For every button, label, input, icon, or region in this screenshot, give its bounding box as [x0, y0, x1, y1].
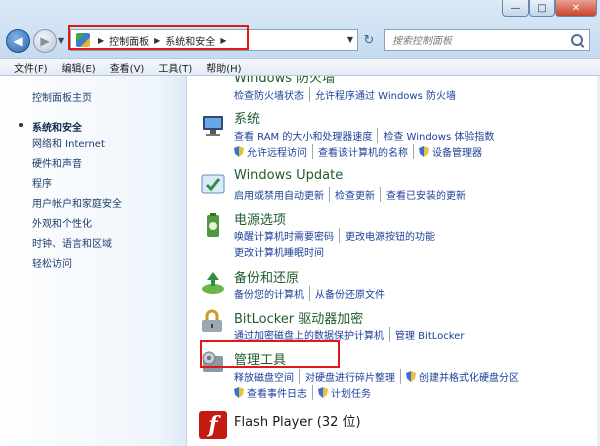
nav-item-appearance[interactable]: 外观和个性化 — [32, 218, 122, 238]
link-sleep-time[interactable]: 更改计算机睡眠时间 — [234, 244, 324, 259]
address-dropdown-icon[interactable]: ▼ — [347, 35, 353, 44]
link-wake-password[interactable]: 唤醒计算机时需要密码 — [234, 228, 334, 243]
menu-view[interactable]: 查看(V) — [110, 60, 145, 75]
link-auto-update[interactable]: 启用或禁用自动更新 — [234, 187, 324, 202]
section-title-system[interactable]: 系统 — [234, 108, 260, 127]
recent-pages-dropdown[interactable]: ▼ — [58, 36, 64, 45]
link-check-firewall[interactable]: 检查防火墙状态 — [234, 87, 304, 102]
link-view-ram[interactable]: 查看 RAM 的大小和处理器速度 — [234, 128, 372, 143]
breadcrumb-control-panel[interactable]: 控制面板 — [109, 33, 149, 48]
back-button[interactable]: ◀ — [6, 29, 30, 53]
category-list: 网络和 Internet 硬件和声音 程序 用户帐户和家庭安全 外观和个性化 时… — [32, 138, 122, 278]
power-icon — [199, 212, 227, 240]
menu-bar: 文件(F) 编辑(E) 查看(V) 工具(T) 帮助(H) — [0, 58, 600, 76]
menu-help[interactable]: 帮助(H) — [206, 60, 241, 75]
link-backup-computer[interactable]: 备份您的计算机 — [234, 286, 304, 301]
nav-item-network[interactable]: 网络和 Internet — [32, 138, 122, 158]
current-category: 系统和安全 — [32, 123, 82, 134]
breadcrumb-arrow-icon[interactable]: ▶ — [154, 36, 160, 45]
nav-item-user-accounts[interactable]: 用户帐户和家庭安全 — [32, 198, 122, 218]
link-experience-index[interactable]: 检查 Windows 体验指数 — [377, 128, 494, 143]
update-icon — [199, 170, 227, 198]
flash-icon: f — [199, 411, 227, 439]
shield-icon — [234, 387, 244, 398]
current-item-bullet — [19, 123, 23, 127]
menu-edit[interactable]: 编辑(E) — [62, 60, 96, 75]
system-icon — [199, 112, 227, 140]
nav-item-hardware-sound[interactable]: 硬件和声音 — [32, 158, 122, 178]
link-check-updates[interactable]: 检查更新 — [329, 187, 375, 202]
section-title-flash[interactable]: Flash Player (32 位) — [234, 411, 361, 430]
link-power-button[interactable]: 更改电源按钮的功能 — [339, 228, 435, 243]
shield-icon — [419, 146, 429, 157]
title-bar: — □ ✕ ◀ ▶ ▼ ▶ 控制面板 ▶ 系统和安全 ▶ ▼ ↻ — [0, 0, 600, 58]
menu-tools[interactable]: 工具(T) — [158, 60, 192, 75]
link-task-scheduler[interactable]: 计划任务 — [331, 385, 371, 400]
link-computer-name[interactable]: 查看该计算机的名称 — [312, 144, 408, 159]
breadcrumb-arrow-icon[interactable]: ▶ — [220, 36, 226, 45]
refresh-button[interactable]: ↻ — [359, 29, 379, 51]
left-nav-pane: 控制面板主页 系统和安全 网络和 Internet 硬件和声音 程序 用户帐户和… — [0, 76, 187, 446]
backup-icon — [199, 269, 227, 297]
section-title-bitlocker[interactable]: BitLocker 驱动器加密 — [234, 308, 363, 327]
nav-item-clock-language[interactable]: 时钟、语言和区域 — [32, 238, 122, 258]
control-panel-home-link[interactable]: 控制面板主页 — [32, 89, 92, 104]
shield-icon — [406, 371, 416, 382]
search-icon[interactable] — [571, 34, 583, 46]
maximize-button[interactable]: □ — [529, 0, 555, 17]
admin-tools-highlight-box — [200, 340, 340, 368]
back-arrow-icon: ◀ — [13, 34, 23, 48]
link-installed-updates[interactable]: 查看已安装的更新 — [380, 187, 466, 202]
search-box[interactable] — [384, 29, 590, 51]
link-create-partition[interactable]: 创建并格式化硬盘分区 — [419, 369, 519, 384]
section-title-backup[interactable]: 备份和还原 — [234, 267, 299, 286]
address-bar[interactable]: ▶ 控制面板 ▶ 系统和安全 ▶ ▼ — [70, 29, 358, 51]
link-restore-files[interactable]: 从备份还原文件 — [309, 286, 385, 301]
forward-arrow-icon: ▶ — [40, 34, 50, 48]
breadcrumb-arrow-icon[interactable]: ▶ — [98, 36, 104, 45]
shield-icon — [234, 146, 244, 157]
breadcrumb-system-security[interactable]: 系统和安全 — [165, 33, 215, 48]
link-defragment[interactable]: 对硬盘进行碎片整理 — [299, 369, 395, 384]
section-title-update[interactable]: Windows Update — [234, 168, 343, 183]
link-free-disk-space[interactable]: 释放磁盘空间 — [234, 369, 294, 384]
forward-button[interactable]: ▶ — [33, 29, 57, 53]
refresh-icon: ↻ — [363, 32, 375, 48]
link-device-manager[interactable]: 设备管理器 — [432, 144, 482, 159]
bitlocker-icon — [199, 308, 227, 336]
link-remote-access[interactable]: 允许远程访问 — [247, 144, 307, 159]
nav-item-ease-of-access[interactable]: 轻松访问 — [32, 258, 122, 278]
content-pane: Windows 防火墙 检查防火墙状态 允许程序通过 Windows 防火墙 系… — [187, 76, 600, 446]
close-button[interactable]: ✕ — [555, 0, 597, 17]
link-allow-program-firewall[interactable]: 允许程序通过 Windows 防火墙 — [309, 87, 456, 102]
section-title-firewall[interactable]: Windows 防火墙 — [234, 76, 335, 86]
minimize-button[interactable]: — — [502, 0, 529, 17]
link-manage-bitlocker[interactable]: 管理 BitLocker — [389, 327, 464, 342]
nav-item-programs[interactable]: 程序 — [32, 178, 122, 198]
search-input[interactable] — [390, 31, 564, 51]
control-panel-icon — [76, 33, 90, 47]
chevron-down-icon: ▼ — [58, 36, 65, 45]
section-title-power[interactable]: 电源选项 — [234, 209, 286, 228]
menu-file[interactable]: 文件(F) — [14, 60, 48, 75]
shield-icon — [318, 387, 328, 398]
link-event-log[interactable]: 查看事件日志 — [247, 385, 307, 400]
